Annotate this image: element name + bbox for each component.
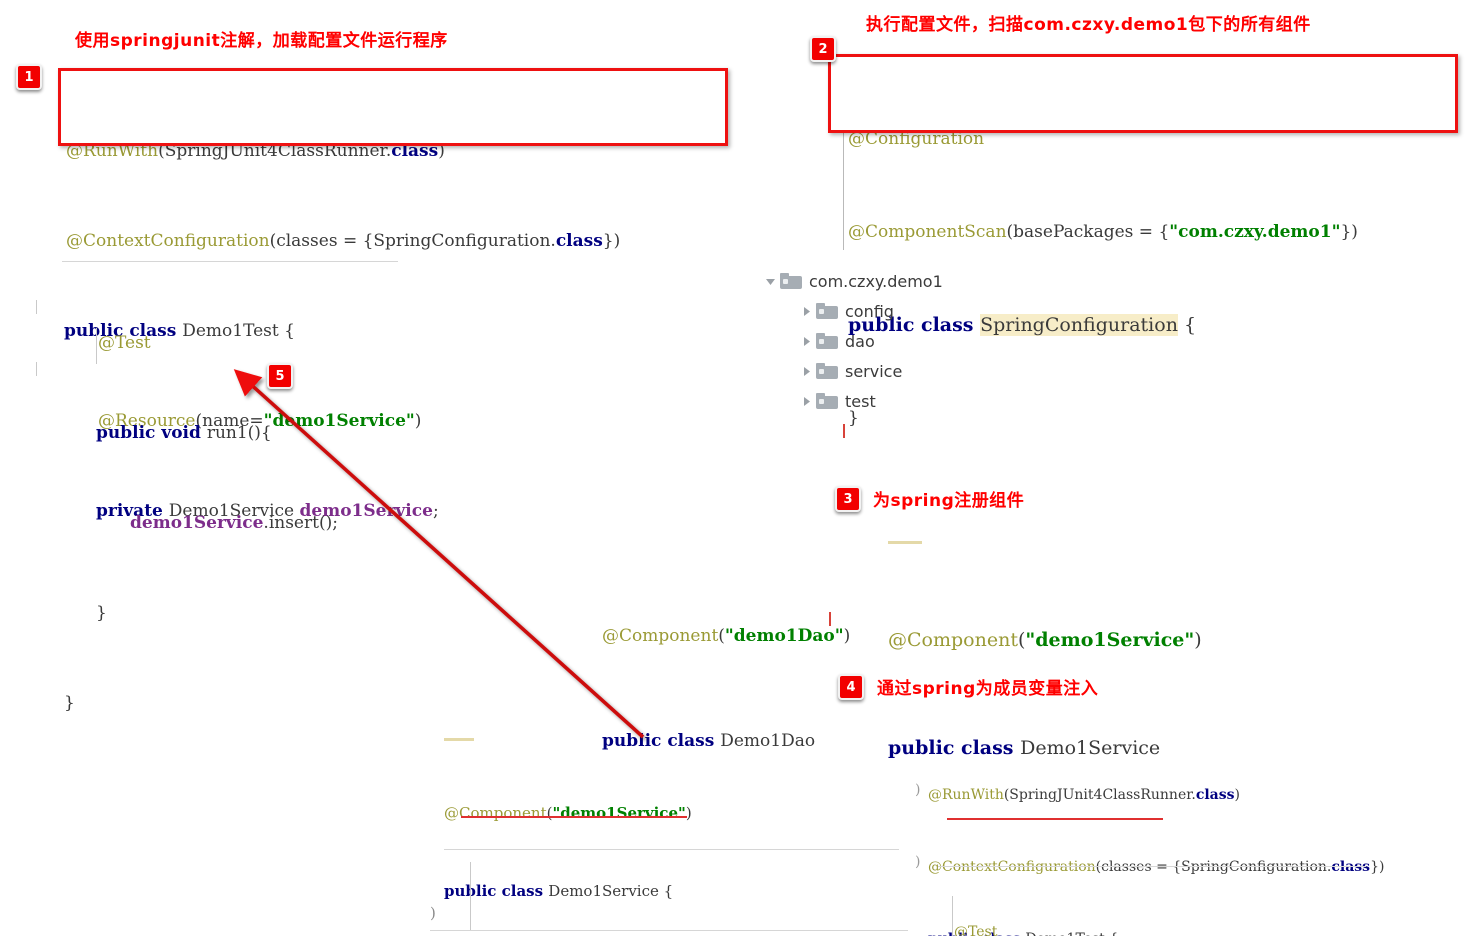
annotation-component: @Component xyxy=(602,626,719,646)
code-fold-marker xyxy=(888,541,922,544)
tree-node-service[interactable]: service xyxy=(796,356,943,386)
annotation-componentscan: @ComponentScan xyxy=(848,222,1007,242)
folder-icon xyxy=(816,393,838,409)
project-tree: com.czxy.demo1 config dao service test xyxy=(760,266,943,416)
folder-icon xyxy=(816,363,838,379)
annotation-test: @Test xyxy=(954,924,998,936)
code-line: @RunWith(SpringJUnit4ClassRunner.class) xyxy=(928,787,1240,803)
folder-icon xyxy=(816,303,838,319)
annotation-test: @Test xyxy=(98,333,151,353)
resource-underline xyxy=(947,818,1163,820)
tree-node-dao[interactable]: dao xyxy=(796,326,943,356)
code-line: } xyxy=(96,603,107,623)
chevron-down-icon[interactable] xyxy=(760,276,780,287)
code-line: @Test xyxy=(954,920,1151,936)
caption-step-2: 执行配置文件，扫描com.czxy.demo1包下的所有组件 xyxy=(866,15,1311,35)
code-line: @Component("demo1Dao") xyxy=(602,626,851,646)
tree-node-label: config xyxy=(845,301,894,321)
annotation-component: @Component xyxy=(444,804,547,822)
tree-node-label: dao xyxy=(845,331,875,351)
annotation-runwith: @RunWith xyxy=(928,787,1004,803)
highlight-box-junit-annotations xyxy=(58,68,728,146)
tree-node-label: service xyxy=(845,361,903,381)
code-line: demo1Service.insert(); xyxy=(130,513,338,533)
code-fold-marker xyxy=(444,738,474,741)
folder-icon xyxy=(780,273,802,289)
code-gutter-line xyxy=(843,424,845,438)
code-gutter-brace: ) xyxy=(430,900,449,936)
badge-step-1: 1 xyxy=(16,64,42,90)
code-line: ) xyxy=(915,854,921,870)
code-indent-guide xyxy=(470,862,471,930)
annotation-component: @Component xyxy=(888,629,1018,651)
tree-node-root[interactable]: com.czxy.demo1 xyxy=(760,266,943,296)
chevron-right-icon[interactable] xyxy=(796,336,816,347)
code-line: } xyxy=(64,693,75,713)
code-separator xyxy=(444,849,899,850)
code-gutter-line xyxy=(829,612,831,626)
code-separator xyxy=(62,261,398,262)
code-gutter-line xyxy=(36,362,37,376)
diagram-canvas: 使用springjunit注解，加载配置文件运行程序 执行配置文件，扫描com.… xyxy=(0,0,1465,936)
highlight-box-config-annotations xyxy=(828,54,1458,133)
tree-node-label: com.czxy.demo1 xyxy=(809,271,943,291)
code-line: public void run1(){ xyxy=(96,423,272,443)
tree-node-test[interactable]: test xyxy=(796,386,943,416)
chevron-right-icon[interactable] xyxy=(796,366,816,377)
annotation-contextconfiguration: @ContextConfiguration xyxy=(66,231,270,251)
code-indent-guide xyxy=(843,132,844,250)
folder-icon xyxy=(816,333,838,349)
code-separator xyxy=(430,930,908,931)
badge-step-2: 2 xyxy=(810,36,836,62)
chevron-right-icon[interactable] xyxy=(796,306,816,317)
code-line: public class Demo1Service { xyxy=(444,882,674,900)
code-indent-guide xyxy=(952,896,953,936)
code-line: @Test xyxy=(98,328,338,358)
badge-step-3: 3 xyxy=(835,486,861,512)
code-gutter-brace: ) xyxy=(915,890,933,936)
code-demo1test-small-test-method: @Test public void run1(){ demo1Service.i… xyxy=(928,872,1151,936)
tree-node-label: test xyxy=(845,391,876,411)
class-name-highlight: SpringConfiguration xyxy=(980,314,1178,336)
badge-step-5: 5 xyxy=(267,363,293,389)
code-separator xyxy=(938,866,1366,867)
code-line: ) xyxy=(915,782,921,798)
code-gutter-line xyxy=(36,300,37,314)
tree-node-config[interactable]: config xyxy=(796,296,943,326)
code-line: @ContextConfiguration(classes = {SpringC… xyxy=(66,231,621,251)
code-line: @Component("demo1Service") xyxy=(888,629,1202,651)
code-line: @ComponentScan(basePackages = {"com.czxy… xyxy=(848,222,1358,242)
code-line: @Component("demo1Service") xyxy=(444,804,692,822)
code-demo1test-main-test-method: @Test public void run1(){ demo1Service.i… xyxy=(64,268,338,778)
resource-underline xyxy=(461,816,687,818)
code-indent-guide xyxy=(96,328,97,364)
caption-step-1: 使用springjunit注解，加载配置文件运行程序 xyxy=(75,31,448,51)
chevron-right-icon[interactable] xyxy=(796,396,816,407)
code-demo1service-full: @Component("demo1Service") public class … xyxy=(444,748,846,936)
badge-step-4: 4 xyxy=(838,674,864,700)
